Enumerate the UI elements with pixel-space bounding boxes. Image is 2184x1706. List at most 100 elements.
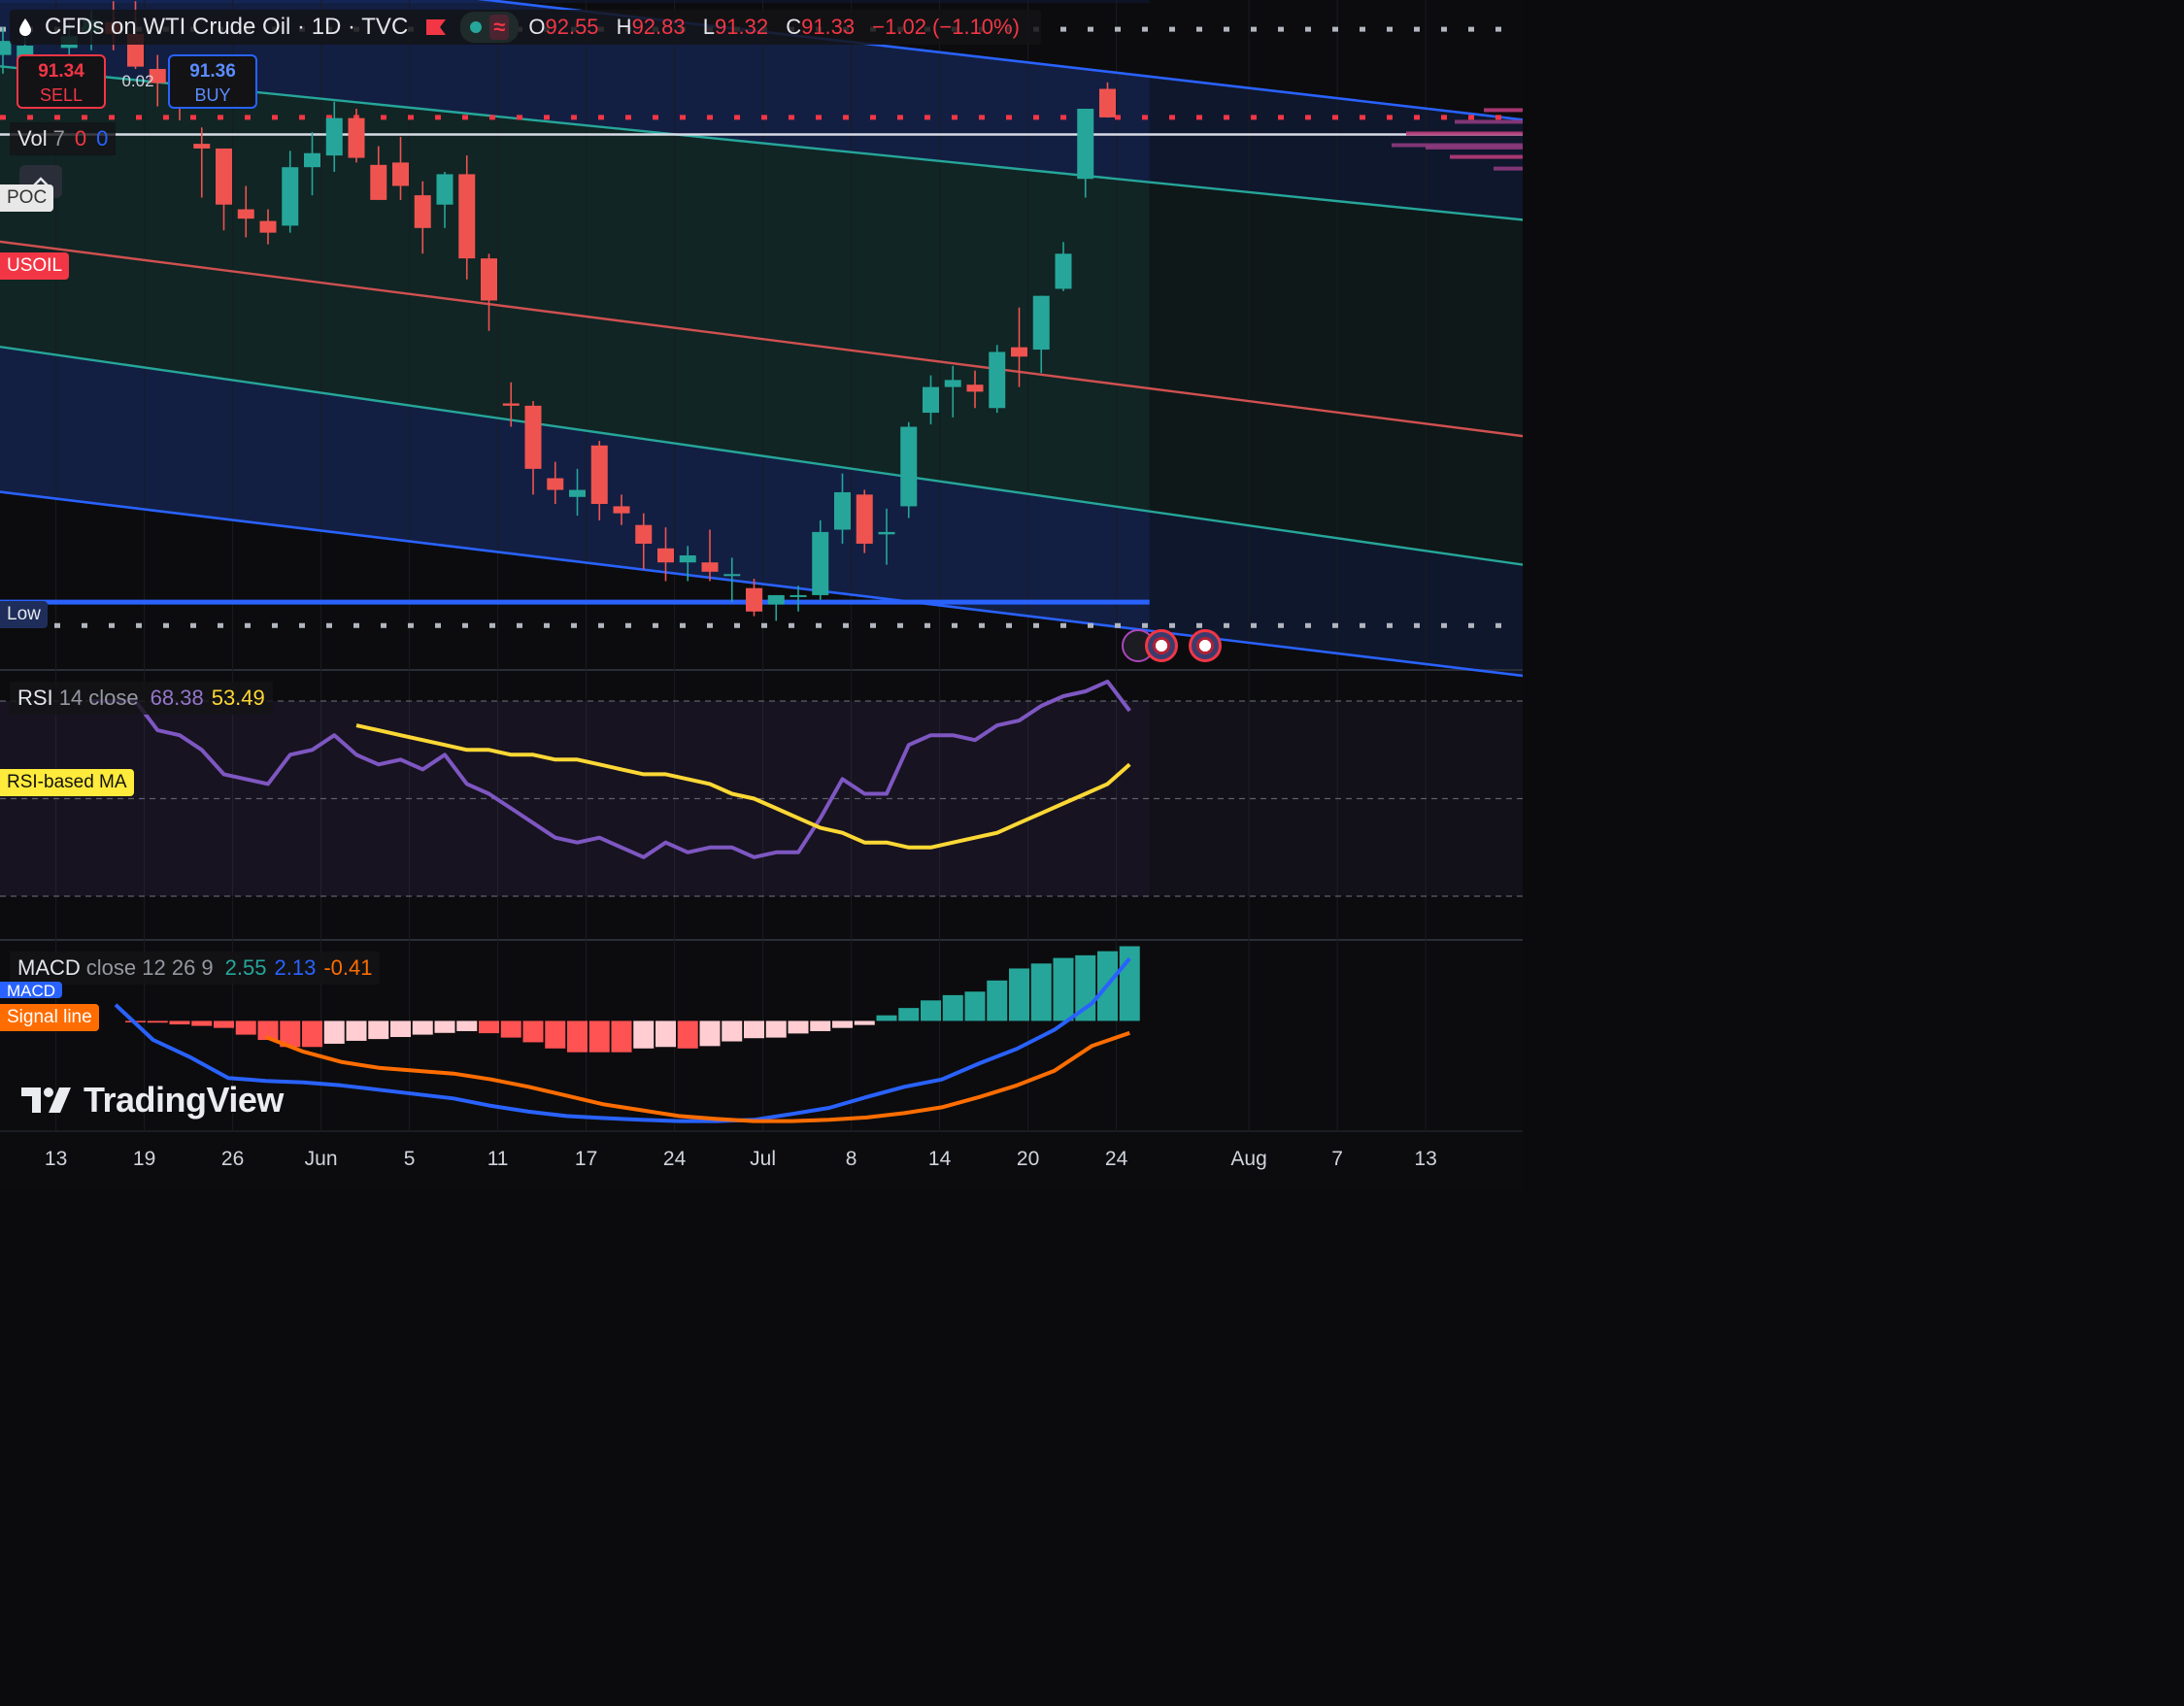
macd-histogram-bar: [434, 1020, 455, 1033]
macd-tag: MACD: [0, 982, 63, 998]
candle-up: [900, 426, 918, 507]
candle-down: [502, 403, 520, 406]
tradingview-logo-text: TradingView: [84, 1080, 284, 1120]
volume-profile-bar: [1484, 108, 1523, 113]
macd-histogram-bar: [390, 1020, 411, 1038]
macd-histogram-bar: [235, 1020, 256, 1035]
candle-down: [348, 117, 365, 158]
macd-histogram-bar: [898, 1008, 920, 1021]
candle-down: [237, 209, 254, 219]
x-tick-label: 14: [927, 1148, 952, 1170]
macd-histogram-bar: [522, 1020, 544, 1043]
x-tick-label: Aug: [1230, 1148, 1267, 1170]
macd-histogram-bar: [810, 1020, 831, 1031]
candle-down: [1011, 347, 1027, 357]
macd-histogram-bar: [323, 1020, 345, 1044]
candle-up: [944, 380, 961, 387]
macd-histogram-bar: [744, 1020, 764, 1039]
x-tick-label: 24: [1104, 1148, 1128, 1170]
candle-up: [1032, 295, 1050, 351]
macd-legend[interactable]: MACD close 12 26 9 2.55 2.13 -0.41: [10, 952, 381, 985]
candle-up: [436, 174, 454, 205]
candle-up: [989, 351, 1006, 409]
macd-histogram-bar: [1053, 957, 1074, 1021]
sell-button[interactable]: 91.34 SELL: [17, 54, 106, 109]
market-open-dot-icon: [470, 21, 483, 33]
ohlc-values: O92.55 H92.83 L91.32 C91.33 −1.02 (−1.10…: [528, 15, 1020, 39]
macd-histogram-bar: [876, 1015, 897, 1021]
buy-button[interactable]: 91.36 BUY: [168, 54, 257, 109]
x-tick-label: 7: [1331, 1148, 1343, 1170]
symbol-title[interactable]: CFDs on WTI Crude Oil · 1D · TVC: [45, 14, 408, 41]
x-tick-label: 5: [403, 1148, 416, 1170]
macd-histogram-bar: [214, 1020, 234, 1028]
macd-histogram-bar: [854, 1020, 875, 1025]
macd-histogram-bar: [987, 980, 1008, 1021]
x-tick-label: 13: [44, 1148, 68, 1170]
x-tick-label: Jun: [304, 1148, 338, 1170]
x-tick-label: Jul: [750, 1148, 777, 1170]
rsi-value: 68.38: [150, 686, 204, 710]
candle-down: [1099, 88, 1116, 117]
candle-up: [790, 594, 807, 597]
macd-histogram-bar: [588, 1020, 610, 1053]
usoil-price-tag: USOIL: [0, 252, 70, 280]
candle-up: [325, 117, 343, 156]
macd-histogram-bar: [567, 1020, 588, 1053]
candle-down: [635, 524, 653, 544]
macd-histogram-bar: [655, 1020, 676, 1048]
tradingview-logo-icon: [21, 1087, 71, 1113]
market-status-pill[interactable]: ≈: [460, 12, 520, 43]
symbol-header[interactable]: CFDs on WTI Crude Oil · 1D · TVC ≈ O92.5…: [10, 10, 1041, 45]
candle-down: [392, 162, 409, 186]
candle-down: [458, 174, 476, 259]
candle-down: [701, 562, 719, 572]
candle-down: [193, 144, 211, 149]
macd-histogram-bar: [1030, 963, 1052, 1021]
tradingview-logo[interactable]: TradingView: [21, 1080, 284, 1121]
range-overlay: [0, 0, 1150, 3]
candle-up: [812, 531, 829, 595]
macd-label: MACD: [17, 955, 81, 980]
candle-down: [613, 506, 630, 514]
candle-down: [481, 258, 497, 301]
macd-histogram-bar: [611, 1020, 632, 1053]
candle-up: [1055, 253, 1072, 289]
x-tick-label: 24: [662, 1148, 687, 1170]
buy-label: BUY: [194, 85, 231, 105]
signal-line-tag: Signal line: [0, 1004, 99, 1031]
macd-histogram-bar: [302, 1020, 322, 1048]
candle-down: [657, 548, 674, 563]
volume-legend[interactable]: Vol 7 0 0: [10, 122, 117, 155]
candle-up: [767, 594, 785, 605]
candle-up: [679, 554, 696, 563]
macd-histogram-bar: [346, 1020, 367, 1041]
volume-value-2: 0: [96, 126, 109, 151]
candle-down: [856, 494, 873, 544]
macd-value: 2.13: [274, 955, 317, 980]
candle-up: [1077, 108, 1094, 180]
buy-price: 91.36: [189, 61, 236, 82]
flag-icon[interactable]: [425, 18, 447, 36]
macd-histogram-bar: [722, 1020, 743, 1042]
spread-value: 0.02: [121, 72, 154, 90]
chart-canvas[interactable]: [0, 0, 1523, 1189]
macd-histogram-bar: [191, 1020, 213, 1026]
rsi-params: 14 close: [58, 686, 139, 710]
candle-down: [216, 148, 232, 205]
macd-histogram-bar: [677, 1020, 698, 1049]
candle-up: [282, 167, 299, 226]
macd-histogram-bar: [147, 1020, 168, 1023]
macd-histogram-bar: [832, 1020, 853, 1028]
x-tick-label: 20: [1016, 1148, 1040, 1170]
event-us-flag-icon[interactable]: [1145, 629, 1178, 662]
macd-params: close 12 26 9: [85, 955, 214, 980]
rsi-legend[interactable]: RSI 14 close 68.38 53.49: [10, 682, 273, 715]
event-us-flag-icon-2[interactable]: [1189, 629, 1222, 662]
volume-label: Vol: [17, 126, 48, 151]
macd-signal-value: -0.41: [323, 955, 373, 980]
volume-value-1: 0: [74, 126, 87, 151]
macd-histogram-bar: [921, 1000, 941, 1021]
x-tick-label: 11: [487, 1148, 509, 1170]
macd-histogram-bar: [1009, 968, 1029, 1021]
